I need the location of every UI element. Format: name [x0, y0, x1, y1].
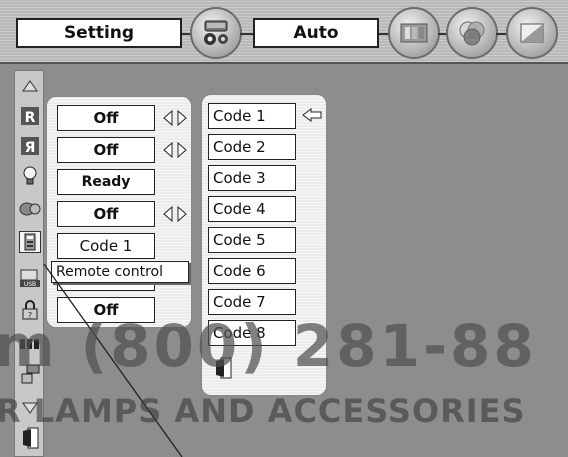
pointer-line: [43, 263, 183, 457]
watermark-phone: m (800) 281-88: [0, 312, 537, 380]
watermark-text: R LAMPS AND ACCESSORIES: [0, 392, 526, 430]
projector-menu-screen: Setting Auto R Я USB ? Off Off Ready Off…: [0, 0, 568, 457]
